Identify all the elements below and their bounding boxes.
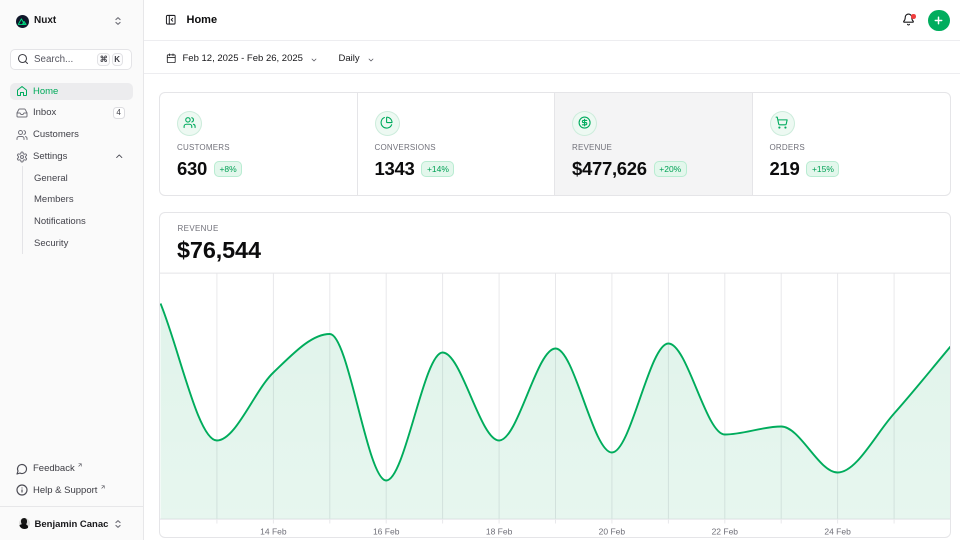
svg-text:16 Feb: 16 Feb	[373, 526, 400, 536]
svg-text:18 Feb: 18 Feb	[486, 526, 513, 536]
svg-text:24 Feb: 24 Feb	[824, 526, 851, 536]
svg-text:22 Feb: 22 Feb	[712, 526, 739, 536]
svg-text:14 Feb: 14 Feb	[260, 526, 287, 536]
svg-text:20 Feb: 20 Feb	[599, 526, 626, 536]
